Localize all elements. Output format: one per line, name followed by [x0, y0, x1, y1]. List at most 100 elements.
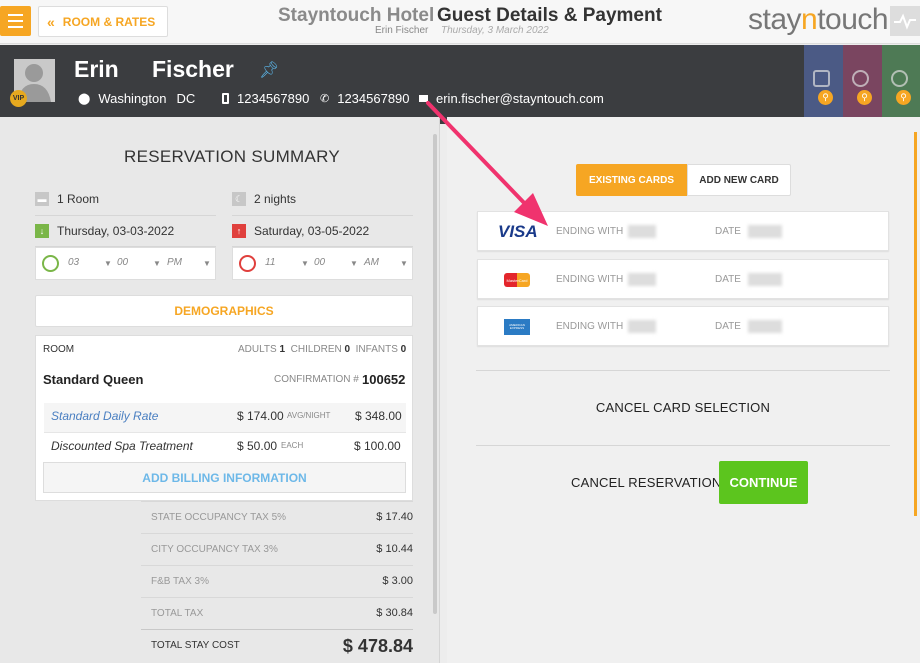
visa-logo-icon: VISA — [498, 222, 538, 241]
guest-state: DC — [176, 91, 196, 106]
guest-mobile[interactable]: 1234567890 — [222, 91, 309, 106]
guest-location: ⬤ Washington DC — [78, 91, 195, 106]
back-to-room-rates-button[interactable]: « ROOM & RATES — [38, 6, 168, 37]
clock-icon — [42, 255, 59, 272]
masked-card-number — [628, 225, 656, 238]
card-row-visa[interactable]: VISA ENDING WITH DATE — [477, 211, 889, 251]
side-tab-group[interactable]: ⚲ — [882, 45, 920, 117]
cancel-card-selection-button[interactable]: CANCEL CARD SELECTION — [476, 400, 890, 415]
tax-row: CITY OCCUPANCY TAX 3% $ 10.44 — [141, 533, 413, 565]
add-billing-information-button[interactable]: ADD BILLING INFORMATION — [43, 462, 406, 493]
divider — [476, 445, 890, 446]
amex-logo-icon: AMERICAN EXPRESS — [504, 319, 530, 335]
addon-unit: EACH — [281, 441, 304, 450]
divider — [476, 370, 890, 371]
card-row-amex[interactable]: AMERICAN EXPRESS ENDING WITH DATE — [477, 306, 889, 346]
arrival-ampm-select[interactable]: PM — [167, 257, 182, 268]
phone-icon: ✆ — [320, 93, 330, 105]
header-guest-name: Erin Fischer — [375, 25, 429, 36]
clock-icon — [239, 255, 256, 272]
rate-unit: AVG/NIGHT — [287, 411, 331, 420]
stayntouch-logo: stayntouch — [748, 3, 889, 36]
divider — [232, 215, 413, 216]
confirmation-number: 100652 — [362, 372, 406, 387]
masked-card-number — [628, 273, 656, 286]
divider — [35, 215, 216, 216]
guest-city: Washington — [98, 91, 167, 106]
chevron-down-icon: ▼ — [400, 259, 408, 268]
mobile-icon — [222, 93, 229, 104]
reservation-summary-title: RESERVATION SUMMARY — [124, 147, 341, 166]
guest-phone[interactable]: ✆ 1234567890 — [320, 91, 410, 106]
globe-icon — [852, 70, 869, 87]
search-icon: ⚲ — [857, 90, 872, 105]
guest-bar — [0, 45, 804, 117]
demographics-button[interactable]: DEMOGRAPHICS — [35, 295, 413, 327]
tax-row: F&B TAX 3% $ 3.00 — [141, 565, 413, 597]
chevron-down-icon: ▼ — [203, 259, 211, 268]
room-type: Standard Queen — [43, 372, 144, 387]
mastercard-logo-icon: MasterCard — [504, 273, 530, 287]
envelope-icon — [419, 95, 428, 102]
page-title: Guest Details & Payment — [437, 5, 662, 26]
arrival-date: ↓ Thursday, 03-03-2022 — [35, 224, 174, 238]
tab-existing-cards[interactable]: EXISTING CARDS — [576, 164, 687, 196]
departure-time-picker[interactable]: 11 ▼ 00 ▼ AM ▼ — [232, 247, 413, 280]
payment-panel — [447, 117, 920, 663]
masked-expiry — [748, 273, 782, 286]
departure-ampm-select[interactable]: AM — [364, 257, 379, 268]
rate-name-link[interactable]: Standard Daily Rate — [51, 409, 158, 423]
addon-total: $ 100.00 — [354, 439, 401, 453]
header-date: Thursday, 3 March 2022 — [441, 25, 549, 36]
total-tax-row: TOTAL TAX $ 30.84 — [141, 597, 413, 629]
chevron-down-icon: ▼ — [350, 259, 358, 268]
arrival-minute-select[interactable]: 00 — [117, 257, 128, 268]
building-icon — [813, 70, 830, 87]
moon-icon: ☾ — [232, 192, 246, 206]
pin-icon[interactable]: 📌︎ — [259, 60, 279, 80]
menu-button[interactable] — [0, 6, 31, 36]
departure-minute-select[interactable]: 00 — [314, 257, 325, 268]
guest-last-name[interactable]: Fischer — [152, 56, 234, 83]
cancel-reservation-button[interactable]: CANCEL RESERVATION — [571, 475, 722, 490]
side-tab-globe[interactable]: ⚲ — [843, 45, 882, 117]
confirmation-label: CONFIRMATION # — [274, 374, 359, 385]
addon-price: $ 50.00 — [237, 439, 278, 453]
search-icon: ⚲ — [896, 90, 911, 105]
departure-arrow-icon: ↑ — [232, 224, 246, 238]
room-label: ROOM — [43, 344, 75, 355]
group-icon — [891, 70, 908, 87]
total-stay-cost-row: TOTAL STAY COST $ 478.84 — [141, 629, 413, 661]
masked-expiry — [748, 320, 782, 333]
hotel-name: Stayntouch Hotel — [278, 5, 435, 26]
search-icon: ⚲ — [818, 90, 833, 105]
departure-date: ↑ Saturday, 03-05-2022 — [232, 224, 369, 238]
rate-total: $ 348.00 — [355, 409, 402, 423]
guest-email[interactable]: erin.fischer@stayntouch.com — [419, 91, 604, 106]
bed-icon: ▬ — [35, 192, 49, 206]
departure-hour-select[interactable]: 11 — [265, 257, 275, 268]
arrival-arrow-icon: ↓ — [35, 224, 49, 238]
activity-icon[interactable] — [890, 6, 920, 36]
rate-price: $ 174.00 — [237, 409, 284, 423]
right-scrollbar[interactable] — [914, 132, 917, 516]
double-chevron-left-icon: « — [47, 13, 55, 30]
left-scrollbar[interactable] — [433, 134, 437, 614]
masked-expiry — [748, 225, 782, 238]
side-tab-building[interactable]: ⚲ — [804, 45, 843, 117]
occupancy: ADULTS 1 CHILDREN 0 INFANTS 0 — [238, 344, 407, 355]
chevron-down-icon: ▼ — [104, 259, 112, 268]
addon-name: Discounted Spa Treatment — [51, 439, 193, 453]
rooms-count: ▬ 1 Room — [35, 192, 99, 206]
back-label: ROOM & RATES — [62, 14, 156, 29]
tab-add-new-card[interactable]: ADD NEW CARD — [687, 164, 791, 196]
location-pin-icon: ⬤ — [78, 93, 91, 105]
arrival-hour-select[interactable]: 03 — [68, 257, 79, 268]
continue-button[interactable]: CONTINUE — [719, 461, 808, 504]
tax-row: STATE OCCUPANCY TAX 5% $ 17.40 — [141, 501, 413, 533]
guest-first-name[interactable]: Erin — [74, 56, 119, 83]
chevron-down-icon: ▼ — [301, 259, 309, 268]
arrival-time-picker[interactable]: 03 ▼ 00 ▼ PM ▼ — [35, 247, 216, 280]
masked-card-number — [628, 320, 656, 333]
card-row-mastercard[interactable]: MasterCard ENDING WITH DATE — [477, 259, 889, 299]
